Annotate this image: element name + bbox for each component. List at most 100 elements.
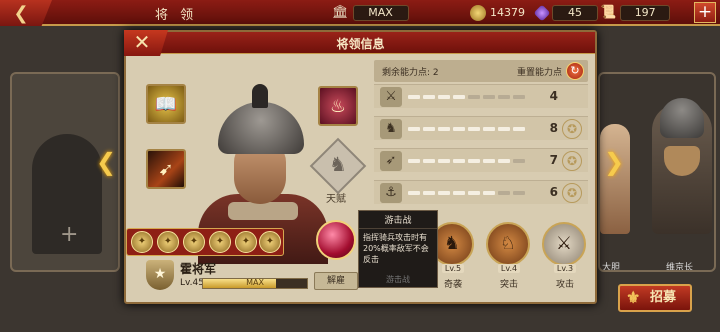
stat-bar-segment (423, 191, 435, 195)
skill-tooltip: 游击战 指挥骑兵攻击时有20%概率敌军不会反击 游击战 (358, 210, 438, 288)
stat-bar-segment (468, 127, 480, 131)
stat-bar-segment (408, 191, 420, 195)
scroll-resource[interactable]: 📜 197 (600, 3, 671, 22)
skill-name: 攻击 (555, 280, 574, 290)
reset-points-button[interactable]: ↻ (566, 62, 584, 80)
stat-bar-segment (498, 127, 510, 131)
skill-attack[interactable]: ⚔ Lv.3 攻击 (542, 222, 588, 298)
general-name: 霍将军 (180, 262, 217, 276)
medal-icon[interactable]: ✪ (562, 183, 582, 203)
plus-icon: + (60, 222, 79, 247)
stat-row: ⚔ 4 (374, 84, 588, 108)
orb-icon[interactable]: ✦ (131, 231, 153, 253)
stat-bar-segment (483, 95, 495, 99)
helmet (218, 102, 304, 154)
stat-bar-segment (408, 127, 420, 131)
stat-bar-segment (513, 95, 525, 99)
general-name-label: 维京长 (666, 263, 694, 272)
castle-level-display: 🏛 MAX (332, 3, 409, 22)
warrior-portrait (600, 124, 630, 234)
stat-bar-segment (453, 191, 465, 195)
stats-header: 剩余能力点: 2 重置能力点 ↻ (374, 60, 588, 82)
stat-bar-segment (513, 191, 525, 195)
orb-icon[interactable]: ✦ (259, 231, 281, 253)
stat-bar-segment (423, 95, 435, 99)
orb-icon[interactable]: ✦ (183, 231, 205, 253)
equipment-slot-book[interactable]: 📖 (146, 84, 186, 124)
panel-title: 将领信息 (336, 37, 385, 51)
stat-bar-segment (468, 95, 480, 99)
general-info-panel: 将领信息 ✕ 📖 ➹ ♨ ♞ 天赋 剩余能力点: 2 重置能力点 ↻ ⚔ 4 ♞ 8 ✪… (124, 30, 597, 304)
book-icon: 📖 (154, 94, 178, 115)
bow-icon: ➶ (380, 151, 402, 171)
stat-value: 6 (549, 185, 558, 199)
stat-bar-segment (468, 159, 480, 163)
stat-bar-segment (498, 191, 510, 195)
stat-row: ➶ 7 ✪ (374, 148, 588, 172)
anchor-icon: ⚓ (380, 183, 402, 203)
medal-icon[interactable]: ✪ (562, 119, 582, 139)
next-general-arrow-icon[interactable]: ❯ (604, 150, 624, 174)
screen-title: 将 领 (155, 8, 198, 23)
orb-icon[interactable]: ✦ (235, 231, 257, 253)
gem-resource[interactable]: 45 (533, 3, 598, 22)
castle-level-value: MAX (352, 4, 409, 21)
stat-bar-segment (453, 127, 465, 131)
experience-text: MAX (246, 278, 264, 287)
tooltip-skill-name: 游击战 (386, 275, 410, 284)
recruit-button[interactable]: ⚜ 招募 (618, 284, 692, 312)
close-icon: ✕ (133, 30, 151, 54)
orb-icon[interactable]: ✦ (209, 231, 231, 253)
stat-bar-segment (423, 159, 435, 163)
tooltip-description: 指挥骑兵攻击时有20%概率敌军不会反击 (363, 233, 429, 264)
skill-charge[interactable]: ♘ Lv.4 突击 (486, 222, 532, 298)
stat-bar (408, 191, 525, 195)
horse-icon: ♞ (380, 119, 402, 139)
stat-bar-segment (408, 159, 420, 163)
beard (664, 146, 700, 176)
orb-icon[interactable]: ✦ (157, 231, 179, 253)
remaining-points-label: 剩余能力点: 2 (382, 68, 439, 78)
scroll-value: 197 (620, 4, 671, 21)
stat-bar-segment (498, 95, 510, 99)
medal-icon[interactable]: ✪ (562, 151, 582, 171)
viking-portrait (652, 98, 712, 234)
top-bar: ❮ 将 领 🏛 MAX 14379 45 📜 197 + (0, 0, 720, 26)
helmet-plume (252, 84, 268, 108)
experience-bar: MAX (202, 278, 308, 289)
stat-bar (408, 159, 525, 163)
sword-icon: ⚔ (380, 87, 402, 107)
reset-points-label: 重置能力点 (516, 68, 562, 78)
gold-resource[interactable]: 14379 (470, 3, 525, 22)
stat-bar-segment (408, 95, 420, 99)
stat-bar-segment (453, 159, 465, 163)
charge-skill-icon: ♘ (486, 222, 530, 266)
attack-skill-icon: ⚔ (542, 222, 586, 266)
stat-row: ♞ 8 ✪ (374, 116, 588, 140)
back-button[interactable]: ❮ (0, 0, 52, 26)
stat-bar (408, 127, 525, 131)
arrow-left-icon: ❮ (13, 2, 29, 24)
star-shield-icon: ★ (146, 260, 174, 290)
stat-value: 4 (549, 89, 558, 103)
stat-value: 7 (549, 153, 558, 167)
gem-value: 45 (552, 4, 598, 21)
purple-gem-icon (533, 4, 551, 21)
general-nameplate: ★ 霍将军 Lv.45 MAX 解雇 (146, 260, 368, 292)
stat-row: ⚓ 6 ✪ (374, 180, 588, 204)
ruby-gem-icon[interactable] (316, 220, 356, 260)
horned-helmet (660, 98, 704, 138)
recruit-icon: ⚜ (626, 288, 641, 307)
stat-bar-segment (513, 127, 525, 131)
scroll-icon: 📜 (600, 5, 617, 20)
equipment-slot-arrow[interactable]: ➹ (146, 149, 186, 189)
dismiss-button[interactable]: 解雇 (314, 272, 358, 290)
stat-bar-segment (438, 191, 450, 195)
stat-bar-segment (438, 159, 450, 163)
stat-bar-segment (453, 95, 465, 99)
recruit-label: 招募 (650, 290, 677, 305)
general-level: Lv.45 (180, 278, 204, 288)
prev-general-arrow-icon[interactable]: ❮ (96, 150, 116, 174)
add-resource-button[interactable]: + (694, 2, 716, 23)
stat-bar-segment (483, 159, 495, 163)
